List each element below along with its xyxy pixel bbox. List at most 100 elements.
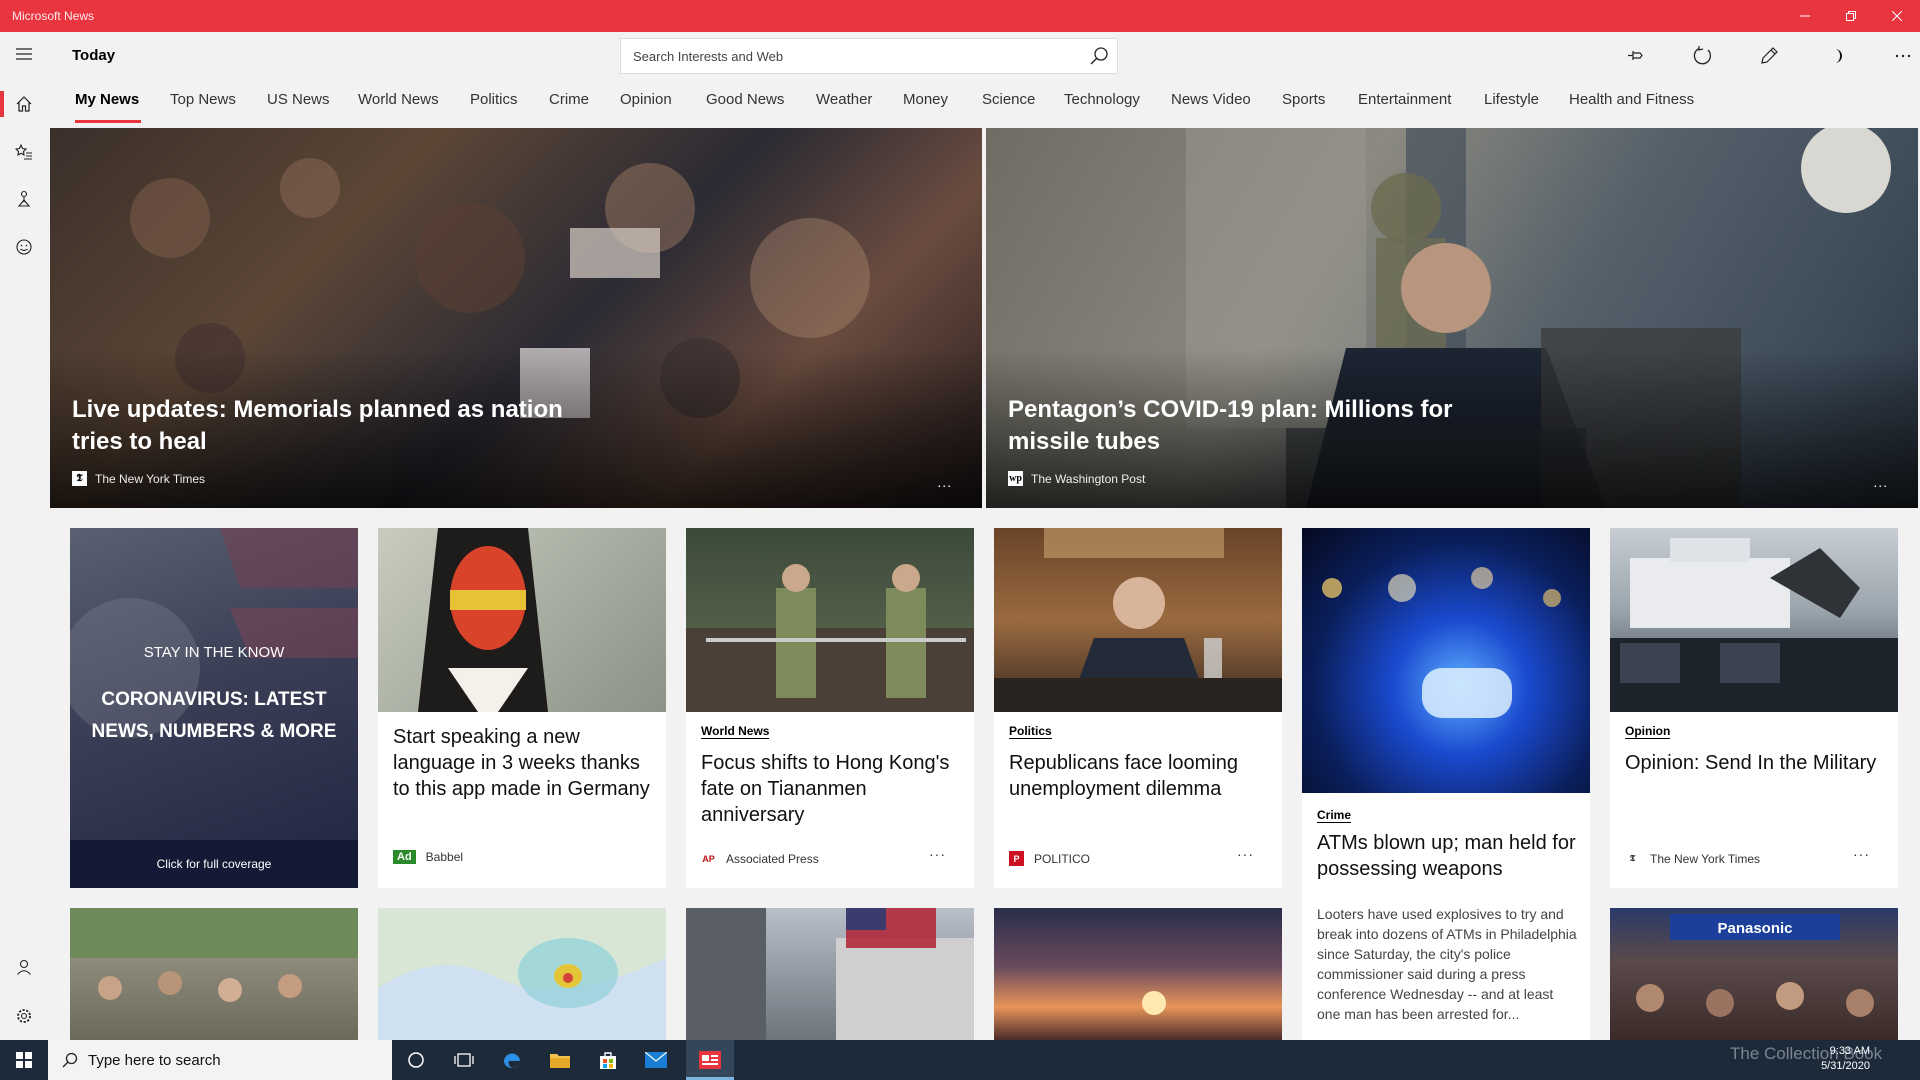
search-icon[interactable] <box>1089 46 1109 66</box>
tab-technology[interactable]: Technology <box>1064 91 1140 108</box>
tab-health-and-fitness[interactable]: Health and Fitness <box>1569 91 1694 108</box>
tab-top-news[interactable]: Top News <box>170 91 236 108</box>
card-more-button[interactable]: ··· <box>929 846 946 862</box>
card-source-name: Babbel <box>425 850 464 864</box>
search-input[interactable] <box>621 39 1061 73</box>
tab-world-news[interactable]: World News <box>358 91 439 108</box>
edge-browser-icon <box>503 1053 520 1069</box>
tab-money[interactable]: Money <box>903 91 948 108</box>
tab-sports[interactable]: Sports <box>1282 91 1325 108</box>
story-thumbnail-convention[interactable]: Panasonic <box>1610 908 1898 1040</box>
card-category[interactable]: Opinion <box>1625 724 1671 739</box>
hero-more-button[interactable]: ... <box>1873 474 1888 490</box>
minimize-button[interactable] <box>1782 0 1828 32</box>
minimize-icon <box>1800 15 1810 17</box>
coronavirus-promo-card[interactable]: STAY IN THE KNOW CORONAVIRUS: LATEST NEW… <box>70 528 358 888</box>
star-list-icon <box>15 143 32 160</box>
window-controls <box>1782 0 1920 32</box>
store-bag-icon <box>600 1052 616 1069</box>
ellipsis-icon <box>1895 54 1911 58</box>
dark-mode-button[interactable] <box>1822 41 1852 71</box>
rail-home-button[interactable] <box>0 82 48 126</box>
refresh-button[interactable] <box>1687 41 1717 71</box>
tab-weather[interactable]: Weather <box>816 91 872 108</box>
tab-entertainment[interactable]: Entertainment <box>1358 91 1451 108</box>
hero-headline: Live updates: Memorials planned as natio… <box>72 396 563 455</box>
ad-thumbnail <box>378 528 666 712</box>
taskbar-search-box[interactable]: Type here to search <box>48 1040 392 1080</box>
politico-logo-icon: P <box>1009 851 1024 866</box>
tab-lifestyle[interactable]: Lifestyle <box>1484 91 1539 108</box>
clock-date: 5/31/2020 <box>1821 1060 1870 1072</box>
rail-account-button[interactable] <box>0 945 48 989</box>
card-image-military-police <box>1610 538 1898 712</box>
restore-icon <box>1846 11 1856 21</box>
card-headline: Opinion: Send In the Military <box>1625 752 1877 774</box>
file-explorer-button[interactable] <box>536 1040 584 1080</box>
hero-source-name: The New York Times <box>95 471 206 486</box>
story-thumbnail-wall-street[interactable] <box>686 908 974 1040</box>
more-options-button[interactable] <box>1888 41 1918 71</box>
promo-cta-bar[interactable]: Click for full coverage <box>70 840 358 888</box>
rail-interests-button[interactable] <box>0 130 48 174</box>
smiley-icon <box>16 239 32 255</box>
card-thumbnail <box>1302 528 1590 793</box>
close-icon <box>1892 11 1902 21</box>
cortana-button[interactable] <box>392 1040 440 1080</box>
home-icon <box>16 96 32 112</box>
store-app-button[interactable] <box>584 1040 632 1080</box>
rail-feedback-button[interactable] <box>0 225 48 269</box>
rail-settings-button[interactable] <box>0 994 48 1038</box>
news-app-button[interactable] <box>686 1040 734 1080</box>
mail-app-button[interactable] <box>632 1040 680 1080</box>
tab-crime[interactable]: Crime <box>549 91 589 108</box>
news-card-politics[interactable]: Politics Republicans face looming unempl… <box>994 528 1282 888</box>
rail-local-button[interactable] <box>0 177 48 221</box>
news-card-opinion[interactable]: Opinion Opinion: Send In the Military 𝕿 … <box>1610 528 1898 888</box>
card-thumbnail <box>994 528 1282 712</box>
news-card-world[interactable]: World News Focus shifts to Hong Kong's f… <box>686 528 974 888</box>
news-card-crime[interactable]: Crime ATMs blown up; man held for posses… <box>1302 528 1590 888</box>
story-thumbnail-map[interactable] <box>378 908 666 1040</box>
windows-taskbar: Type here to search The Collection Book … <box>0 1040 1920 1080</box>
maximize-button[interactable] <box>1828 0 1874 32</box>
crime-card-abstract-panel[interactable]: Looters have used explosives to try and … <box>1302 888 1590 1040</box>
hero-story-2[interactable]: Pentagon’s COVID-19 plan: Millions for m… <box>986 128 1918 508</box>
card-headline: Republicans face looming unemployment di… <box>1009 752 1239 800</box>
close-button[interactable] <box>1874 0 1920 32</box>
edit-button[interactable] <box>1754 41 1784 71</box>
tab-opinion[interactable]: Opinion <box>620 91 672 108</box>
tab-science[interactable]: Science <box>982 91 1035 108</box>
story-thumbnail-crowd[interactable] <box>70 908 358 1040</box>
task-view-icon <box>454 1053 474 1067</box>
pin-button[interactable] <box>1620 41 1650 71</box>
tab-news-video[interactable]: News Video <box>1171 91 1251 108</box>
hero-story-1[interactable]: Live updates: Memorials planned as natio… <box>50 128 982 508</box>
card-more-button[interactable]: ··· <box>1237 846 1254 862</box>
system-clock[interactable]: 9:33 AM 5/31/2020 <box>1821 1044 1870 1074</box>
news-app-icon <box>699 1051 721 1069</box>
card-category[interactable]: Politics <box>1009 724 1052 739</box>
card-image-police-lights <box>1322 567 1561 718</box>
tab-us-news[interactable]: US News <box>267 91 330 108</box>
ad-image-face <box>418 528 548 712</box>
story-thumbnail-sunset[interactable] <box>994 908 1282 1040</box>
edge-app-button[interactable] <box>488 1040 536 1080</box>
search-box[interactable] <box>620 38 1118 74</box>
card-image-senator <box>994 528 1282 712</box>
tab-good-news[interactable]: Good News <box>706 91 784 108</box>
hamburger-icon <box>16 48 32 60</box>
start-button[interactable] <box>0 1040 48 1080</box>
card-source-name: POLITICO <box>1034 851 1091 866</box>
card-category[interactable]: World News <box>701 724 770 739</box>
card-headline: ATMs blown up; man held for possessing w… <box>1317 832 1576 880</box>
card-more-button[interactable]: ··· <box>1853 846 1870 862</box>
menu-button[interactable] <box>0 32 48 76</box>
ad-card[interactable]: Start speaking a new language in 3 weeks… <box>378 528 666 888</box>
card-category[interactable]: Crime <box>1317 808 1352 823</box>
card-thumbnail <box>1610 528 1898 712</box>
tab-my-news[interactable]: My News <box>75 91 139 108</box>
tab-politics[interactable]: Politics <box>470 91 518 108</box>
task-view-button[interactable] <box>440 1040 488 1080</box>
hero-more-button[interactable]: ... <box>937 474 952 490</box>
